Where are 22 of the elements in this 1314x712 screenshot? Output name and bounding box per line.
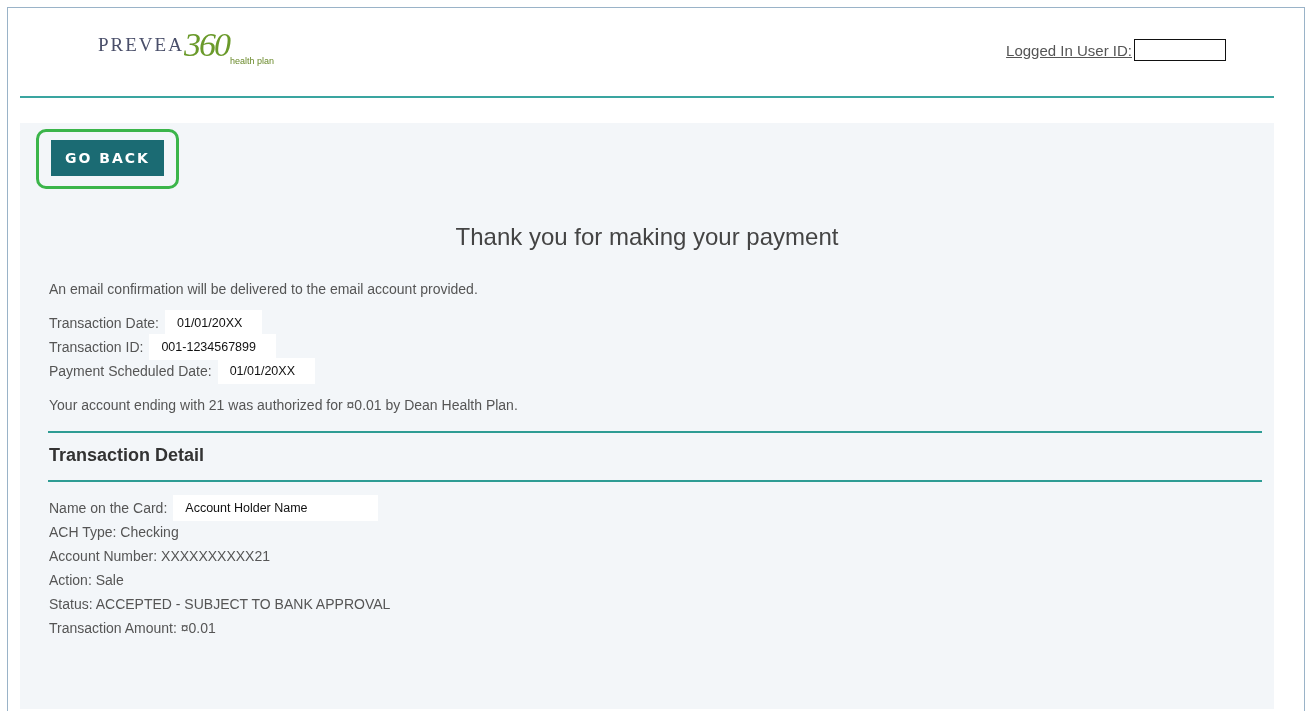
summary-value: 01/01/20XX [165,310,263,336]
summary-value: 01/01/20XX [217,358,315,384]
section-heading: Transaction Detail [49,445,206,466]
detail-line: Status: ACCEPTED - SUBJECT TO BANK APPROVAL [49,596,391,612]
logo-tagline: health plan [229,56,274,66]
logged-in-user-link[interactable]: Logged In User ID: [1006,41,1132,59]
detail-line: Action: Sale [49,572,124,588]
go-back-button[interactable]: GO BACK [51,140,164,176]
page-title: Thank you for making your payment [454,223,840,251]
authorization-message: Your account ending with 21 was authorized for ¤0.01 by Dean Health Plan. [49,397,519,413]
summary-value: 001-1234567899 [149,334,276,360]
summary-label: Transaction Date: [49,315,159,331]
detail-line: Transaction Amount: ¤0.01 [49,620,216,636]
summary-label: Payment Scheduled Date: [49,363,212,379]
detail-line: ACH Type: Checking [49,524,179,540]
detail-label: Name on the Card: [49,500,168,516]
logo-number: 360 [183,28,229,62]
detail-line: Account Number: XXXXXXXXXX21 [49,548,270,564]
detail-value: Account Holder Name [173,495,378,521]
confirmation-notice: An email confirmation will be delivered to the email account provided. [49,281,479,297]
logo-wordmark: PREVEA [98,34,184,56]
summary-label: Transaction ID: [49,339,144,355]
